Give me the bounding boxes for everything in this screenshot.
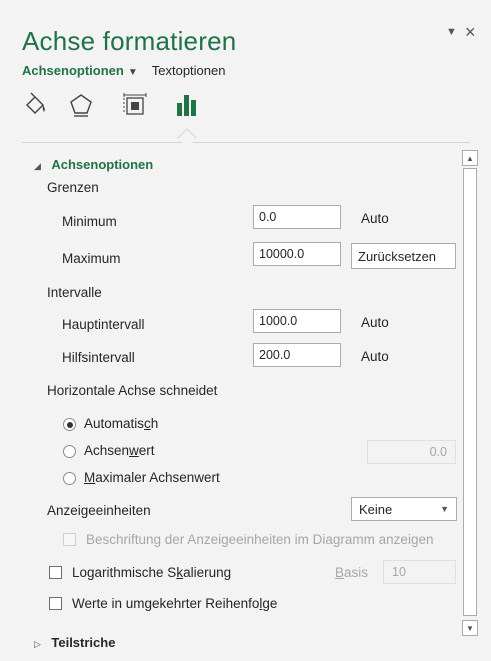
scroll-down-icon[interactable]: ▼: [462, 620, 478, 636]
close-icon[interactable]: ×: [465, 22, 476, 43]
access-key: B: [335, 565, 345, 580]
expand-triangle-icon: ▷: [34, 639, 41, 649]
label-part: Anzei: [47, 503, 81, 518]
label-part: h: [150, 416, 159, 431]
label-part: ramm anzeigen: [340, 532, 434, 547]
reverse-order-label[interactable]: Werte in umgekehrter Reihenfolge: [72, 596, 277, 611]
major-unit-input[interactable]: 1000.0: [253, 309, 341, 333]
major-unit-label: Hauptintervall: [62, 317, 145, 332]
log-base-label: Basis: [335, 565, 368, 580]
log-scale-label[interactable]: Logarithmische Skalierung: [72, 565, 231, 580]
bounds-heading: Grenzen: [47, 180, 99, 195]
size-properties-icon[interactable]: [118, 88, 152, 122]
minor-unit-label: Hilfsintervall: [62, 350, 135, 365]
display-units-label: Anzeigeeinheiten: [47, 503, 151, 518]
minimum-auto-label: Auto: [361, 211, 389, 226]
pane-options-icon[interactable]: ▼: [446, 26, 457, 38]
radio-automatic-label[interactable]: Automatisch: [84, 416, 158, 431]
show-units-label-checkbox[interactable]: [63, 533, 76, 546]
minimum-label: Minimum: [62, 214, 117, 229]
radio-max-axis-value-label[interactable]: Maximaler Achsenwert: [84, 470, 220, 485]
chevron-down-icon: ▼: [440, 504, 449, 514]
maximum-label: Maximum: [62, 251, 121, 266]
radio-max-axis-value[interactable]: [63, 472, 76, 485]
label-part: ge: [262, 596, 278, 611]
label-part: asis: [344, 565, 369, 580]
reverse-order-checkbox[interactable]: [49, 597, 62, 610]
effects-icon[interactable]: [64, 88, 98, 122]
label-part: Automatis: [84, 416, 145, 431]
minimum-input[interactable]: 0.0: [253, 205, 341, 229]
radio-axis-value[interactable]: [63, 445, 76, 458]
label-part: Achsen: [84, 443, 130, 458]
category-icon-bar: [18, 88, 218, 128]
label-part: alierung: [183, 565, 232, 580]
collapse-triangle-icon: ◢: [34, 161, 41, 171]
fill-line-icon[interactable]: [18, 88, 52, 122]
tab-achsenoptionen[interactable]: Achsenoptionen: [22, 63, 124, 78]
scrollbar[interactable]: ▲ ▼: [462, 150, 478, 644]
axis-options-icon[interactable]: [170, 88, 204, 122]
access-key: c: [144, 416, 151, 431]
access-key: M: [84, 470, 96, 485]
scrollbar-thumb[interactable]: [463, 168, 477, 616]
chevron-down-icon[interactable]: ▼: [128, 67, 138, 78]
display-units-dropdown[interactable]: Keine ▼: [351, 497, 457, 521]
minor-unit-auto-label: Auto: [361, 349, 389, 364]
minor-unit-input[interactable]: 200.0: [253, 343, 341, 367]
axis-crosses-heading: Horizontale Achse schneidet: [47, 383, 218, 398]
show-units-label-text: Beschriftung der Anzeigeeinheiten im Dia…: [86, 532, 433, 547]
label-part: Beschriftung der Anzeigeeinheiten im Dia: [86, 532, 333, 547]
section-tick-marks-header[interactable]: ▷ Teilstriche: [34, 634, 115, 650]
access-key: w: [129, 443, 139, 458]
log-scale-checkbox[interactable]: [49, 566, 62, 579]
label-part: Werte in umgekehrter Reihenfo: [72, 596, 260, 611]
log-base-input[interactable]: 10: [383, 560, 456, 584]
section-axis-options-header[interactable]: ◢ Achsenoptionen: [34, 156, 153, 174]
active-indicator: [177, 128, 197, 148]
divider: [22, 142, 470, 143]
label-part: aximaler Achsenwert: [95, 470, 220, 485]
intervals-heading: Intervalle: [47, 285, 102, 300]
radio-axis-value-label[interactable]: Achsenwert: [84, 443, 155, 458]
dropdown-value: Keine: [359, 502, 393, 517]
label-part: eeinheiten: [88, 503, 151, 518]
tab-textoptionen[interactable]: Textoptionen: [152, 63, 226, 78]
reset-button[interactable]: Zurücksetzen: [351, 243, 456, 269]
major-unit-auto-label: Auto: [361, 315, 389, 330]
label-part: Logarithmische S: [72, 565, 177, 580]
scroll-up-icon[interactable]: ▲: [462, 150, 478, 166]
axis-value-input[interactable]: 0.0: [367, 440, 456, 464]
radio-automatic[interactable]: [63, 418, 76, 431]
maximum-input[interactable]: 10000.0: [253, 242, 341, 266]
label-part: ert: [138, 443, 155, 458]
pane-title: Achse formatieren: [22, 26, 237, 56]
subtab-bar: Achsenoptionen ▼ Textoptionen: [22, 63, 225, 78]
